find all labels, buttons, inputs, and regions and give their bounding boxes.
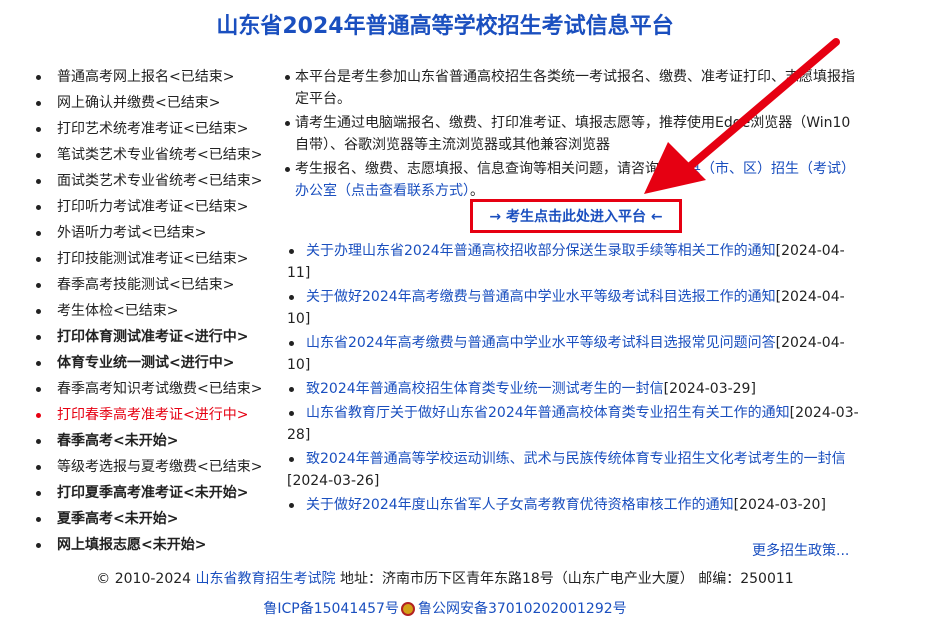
bullet-icon xyxy=(289,502,294,508)
menu-item[interactable]: 外语听力考试<已结束> xyxy=(34,222,279,248)
news-item: 关于办理山东省2024年普通高校招收部分保送生录取手续等相关工作的通知[2024… xyxy=(287,240,859,284)
menu-item[interactable]: 打印春季高考准考证<进行中> xyxy=(34,404,279,430)
left-menu: 普通高考网上报名<已结束> 网上确认并缴费<已结束> 打印艺术统考准考证<已结束> 笔… xyxy=(34,66,279,560)
news-link[interactable]: 关于做好2024年度山东省军人子女高考教育优待资格审核工作的通知 xyxy=(306,497,734,513)
bullet-icon xyxy=(289,386,294,392)
news-link[interactable]: 致2024年普通高校招生体育类专业统一测试考生的一封信 xyxy=(306,381,664,397)
org-link[interactable]: 山东省教育招生考试院 xyxy=(196,571,336,587)
menu-item[interactable]: 面试类艺术专业省统考<已结束> xyxy=(34,170,279,196)
menu-item[interactable]: 春季高考技能测试<已结束> xyxy=(34,274,279,300)
news-link[interactable]: 致2024年普通高等学校运动训练、武术与民族传统体育专业招生文化考试考生的一封信 xyxy=(306,451,846,467)
enter-platform-button[interactable]: → 考生点击此处进入平台 ← xyxy=(470,199,682,233)
notice-item: 考生报名、缴费、志愿填报、信息查询等相关问题，请咨询报名县（市、区）招生（考试）… xyxy=(285,158,862,202)
news-item: 致2024年普通高校招生体育类专业统一测试考生的一封信[2024-03-29] xyxy=(287,378,859,400)
bullet-icon xyxy=(289,456,294,462)
menu-item[interactable]: 春季高考<未开始> xyxy=(34,430,279,456)
bullet-icon xyxy=(289,294,294,300)
menu-item[interactable]: 春季高考知识考试缴费<已结束> xyxy=(34,378,279,404)
notice-item: 请考生通过电脑端报名、缴费、打印准考证、填报志愿等，推荐使用Edge浏览器（Wi… xyxy=(285,112,862,156)
menu-item[interactable]: 普通高考网上报名<已结束> xyxy=(34,66,279,92)
notice-list: 本平台是考生参加山东省普通高校招生各类统一考试报名、缴费、准考证打印、志愿填报指… xyxy=(285,66,862,204)
news-link[interactable]: 山东省2024年高考缴费与普通高中学业水平等级考试科目选报常见问题问答 xyxy=(306,335,776,351)
bullet-icon xyxy=(289,340,294,346)
news-date: [2024-03-29] xyxy=(663,381,756,397)
menu-item[interactable]: 打印体育测试准考证<进行中> xyxy=(34,326,279,352)
page-title: 山东省2024年普通高等学校招生考试信息平台 xyxy=(216,14,674,39)
notice-item: 本平台是考生参加山东省普通高校招生各类统一考试报名、缴费、准考证打印、志愿填报指… xyxy=(285,66,862,110)
menu-item[interactable]: 等级考选报与夏考缴费<已结束> xyxy=(34,456,279,482)
menu-item[interactable]: 网上确认并缴费<已结束> xyxy=(34,92,279,118)
bullet-icon xyxy=(289,248,294,254)
notice-text: 考生报名、缴费、志愿填报、信息查询等相关问题，请咨询 xyxy=(295,161,659,177)
news-item: 致2024年普通高等学校运动训练、武术与民族传统体育专业招生文化考试考生的一封信… xyxy=(287,448,859,492)
news-list: 关于办理山东省2024年普通高校招收部分保送生录取手续等相关工作的通知 [2024… xyxy=(287,240,859,518)
news-link[interactable]: 关于做好2024年高考缴费与普通高中学业水平等级考试科目选报工作的通知 xyxy=(306,289,776,305)
menu-item[interactable]: 网上填报志愿<未开始> xyxy=(34,534,279,560)
address-text: 地址：济南市历下区青年东路18号（山东广电产业大厦） 邮编：250011 xyxy=(335,571,794,587)
news-item: 山东省2024年高考缴费与普通高中学业水平等级考试科目选报常见问题问答[2024… xyxy=(287,332,859,376)
news-link[interactable]: 关于办理山东省2024年普通高校招收部分保送生录取手续等相关工作的通知 xyxy=(306,243,776,259)
menu-item[interactable]: 打印技能测试准考证<已结束> xyxy=(34,248,279,274)
police-badge-icon xyxy=(400,602,415,616)
notice-text-end: 。 xyxy=(470,183,484,199)
bullet-icon xyxy=(289,410,294,416)
menu-item[interactable]: 考生体检<已结束> xyxy=(34,300,279,326)
menu-item[interactable]: 笔试类艺术专业省统考<已结束> xyxy=(34,144,279,170)
news-link[interactable]: 山东省教育厅关于做好山东省2024年普通高校体育类专业招生有关工作的通知 xyxy=(306,405,790,421)
menu-item[interactable]: 打印听力考试准考证<已结束> xyxy=(34,196,279,222)
menu-item[interactable]: 夏季高考<未开始> xyxy=(34,508,279,534)
news-item: 关于做好2024年度山东省军人子女高考教育优待资格审核工作的通知[2024-03… xyxy=(287,494,859,516)
notice-text: 本平台是考生参加山东省普通高校招生各类统一考试报名、缴费、准考证打印、志愿填报指… xyxy=(295,69,855,107)
menu-item[interactable]: 打印夏季高考准考证<未开始> xyxy=(34,482,279,508)
news-date: [2024-03-26] xyxy=(287,473,380,489)
notice-text: 请考生通过电脑端报名、缴费、打印准考证、填报志愿等，推荐使用Edge浏览器（Wi… xyxy=(295,115,851,153)
news-item: 关于做好2024年高考缴费与普通高中学业水平等级考试科目选报工作的通知[2024… xyxy=(287,286,859,330)
icp-link[interactable]: 鲁ICP备15041457号 xyxy=(263,601,399,617)
menu-item[interactable]: 打印艺术统考准考证<已结束> xyxy=(34,118,279,144)
news-date: [2024-03-20] xyxy=(733,497,826,513)
menu-item[interactable]: 体育专业统一测试<进行中> xyxy=(34,352,279,378)
police-record-link[interactable]: 鲁公网安备37010202001292号 xyxy=(418,601,627,617)
more-policies-link[interactable]: 更多招生政策... xyxy=(752,540,849,560)
copyright-text: © 2010-2024 xyxy=(96,571,196,587)
footer-records: 鲁ICP备15041457号 鲁公网安备37010202001292号 xyxy=(0,598,890,618)
news-item: 山东省教育厅关于做好山东省2024年普通高校体育类专业招生有关工作的通知[202… xyxy=(287,402,859,446)
footer-info: © 2010-2024 山东省教育招生考试院 地址：济南市历下区青年东路18号（… xyxy=(0,568,890,588)
